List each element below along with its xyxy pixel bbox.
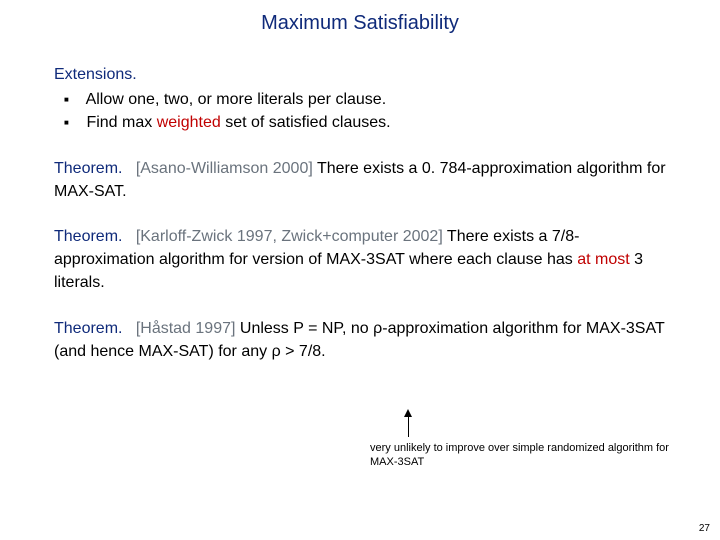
theorem-label: Theorem. [54, 320, 122, 337]
bullet-text-highlight: weighted [157, 114, 221, 131]
theorem-highlight: at most [577, 251, 629, 268]
slide-title: Maximum Satisfiability [0, 0, 720, 35]
page-number: 27 [699, 523, 710, 534]
theorem-label: Theorem. [54, 228, 122, 245]
theorem-text-a: Unless P = NP, no [235, 320, 373, 337]
bullet-text: Allow one, two, or more literals per cla… [86, 91, 387, 108]
list-item: Find max weighted set of satisfied claus… [82, 111, 666, 134]
theorem-text-c: > 7/8. [281, 343, 326, 360]
rho-symbol: ρ [272, 343, 281, 360]
arrow-icon [408, 415, 409, 437]
theorem-citation: [Håstad 1997] [136, 320, 236, 337]
theorem-citation: [Karloff-Zwick 1997, Zwick+computer 2002… [136, 228, 443, 245]
extensions-block: Extensions. Allow one, two, or more lite… [54, 63, 666, 135]
slide-body: Extensions. Allow one, two, or more lite… [0, 35, 720, 363]
slide: Maximum Satisfiability Extensions. Allow… [0, 0, 720, 540]
rho-symbol: ρ [373, 320, 382, 337]
theorem-1: Theorem. [Asano-Williamson 2000] There e… [54, 157, 666, 203]
extensions-list: Allow one, two, or more literals per cla… [54, 88, 666, 134]
footnote: very unlikely to improve over simple ran… [370, 442, 670, 470]
theorem-3: Theorem. [Håstad 1997] Unless P = NP, no… [54, 317, 666, 363]
theorem-2: Theorem. [Karloff-Zwick 1997, Zwick+comp… [54, 225, 666, 295]
extensions-label: Extensions. [54, 66, 137, 83]
list-item: Allow one, two, or more literals per cla… [82, 88, 666, 111]
bullet-text-post: set of satisfied clauses. [221, 114, 391, 131]
theorem-label: Theorem. [54, 160, 122, 177]
theorem-citation: [Asano-Williamson 2000] [136, 160, 313, 177]
bullet-text-pre: Find max [86, 114, 156, 131]
